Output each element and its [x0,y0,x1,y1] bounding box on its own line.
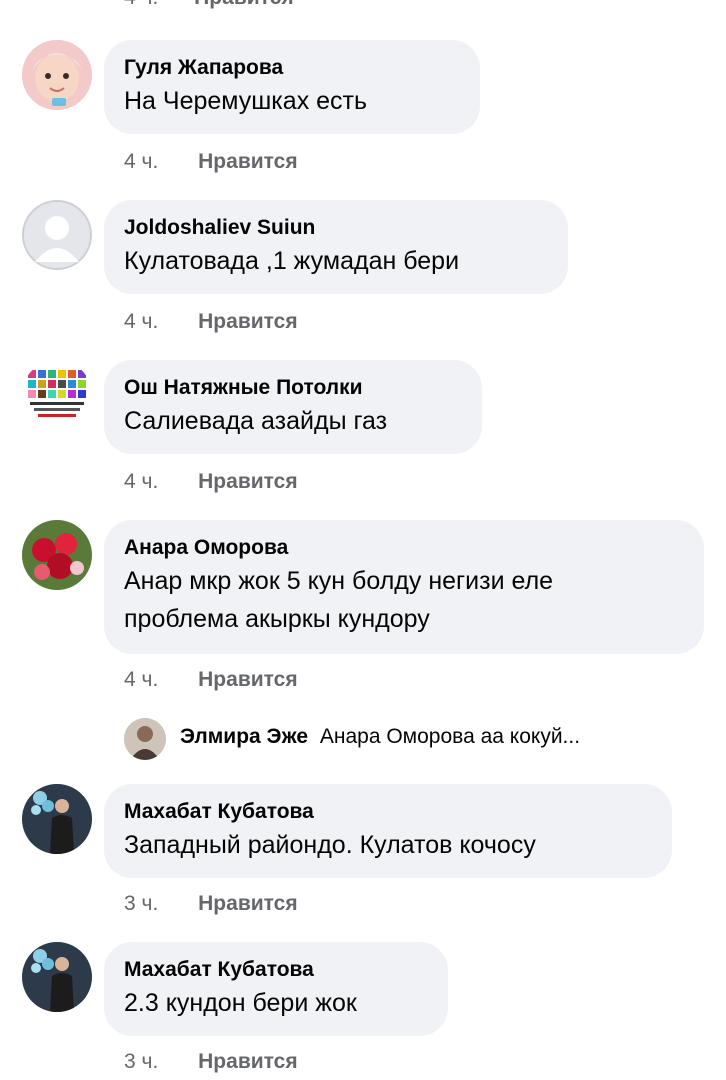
comment-time[interactable]: 4 ч. [124,668,158,691]
comment-meta: 3 ч. Нравится [124,1050,298,1074]
comment-author[interactable]: Joldoshaliev Suiun [124,214,548,242]
comment-author[interactable]: Махабат Кубатова [124,798,652,826]
comment-meta: 4 ч. Нравится [124,470,298,494]
comment-bubble: Махабат Кубатова Западный райондо. Кулат… [104,784,672,878]
avatar-gulya-icon[interactable] [22,40,92,110]
like-button[interactable]: Нравится [198,668,297,691]
comments-feed: 4 ч. Нравится Гуля Жапарова На Черемушка… [0,0,726,1080]
like-button[interactable]: Нравится [198,150,297,173]
comment-author[interactable]: Махабат Кубатова [124,956,428,984]
comment-time[interactable]: 3 ч. [124,1050,158,1073]
person-avatar-icon[interactable] [22,784,92,854]
comment-text: Западный райондо. Кулатов кочосу [124,831,536,859]
comment-author[interactable]: Анара Оморова [124,534,684,562]
comment-time[interactable]: 4 ч. [124,470,158,493]
like-button[interactable]: Нравится [194,0,293,9]
comment-bubble: Ош Натяжные Потолки Салиевада азайды газ [104,360,482,454]
comment-time[interactable]: 3 ч. [124,892,158,915]
flowers-avatar-icon[interactable] [22,520,92,590]
like-button[interactable]: Нравится [198,892,297,915]
comment-meta-partial: 4 ч. Нравится [124,0,294,10]
comment-text-line: Анар мкр жок 5 кун болду негизи еле [124,567,554,595]
comment-text: На Черемушках есть [124,87,368,115]
like-button[interactable]: Нравится [198,310,297,333]
comment-text: Кулатовада ,1 жумадан бери [124,247,460,275]
comment-author[interactable]: Гуля Жапарова [124,54,460,82]
like-button[interactable]: Нравится [198,470,297,493]
reply-author: Элмира Эже [180,725,309,748]
comment-bubble: Махабат Кубатова 2.3 кундон бери жок [104,942,448,1036]
comment-time[interactable]: 4 ч. [124,150,158,173]
comment-text: 2.3 кундон бери жок [124,989,357,1017]
comment-meta: 4 ч. Нравится [124,150,298,174]
comment-time: 4 ч. [124,0,158,9]
comment-text-line: проблема акыркы кундору [124,605,430,633]
comment-bubble: Гуля Жапарова На Черемушках есть [104,40,480,134]
comment-meta: 4 ч. Нравится [124,668,298,692]
comment-text: Салиевада азайды газ [124,407,388,435]
comment-meta: 4 ч. Нравится [124,310,298,334]
reply-text: Анара Оморова аа кокуй... [319,725,581,748]
default-avatar-icon[interactable] [22,200,92,270]
comment-bubble: Анара Оморова Анар мкр жок 5 кун болду н… [104,520,704,654]
comment-author[interactable]: Ош Натяжные Потолки [124,374,462,402]
reply-preview[interactable]: Элмира Эже Анара Оморова аа кокуй... [124,716,704,762]
comment-time[interactable]: 4 ч. [124,310,158,333]
comment-bubble: Joldoshaliev Suiun Кулатовада ,1 жумадан… [104,200,568,294]
comment-meta: 3 ч. Нравится [124,892,298,916]
ceiling-brand-avatar-icon[interactable] [22,360,92,430]
person-avatar-icon [124,718,166,760]
reply-preview-line: Элмира Эже Анара Оморова аа кокуй... [180,725,580,749]
person-avatar-icon[interactable] [22,942,92,1012]
like-button[interactable]: Нравится [198,1050,297,1073]
